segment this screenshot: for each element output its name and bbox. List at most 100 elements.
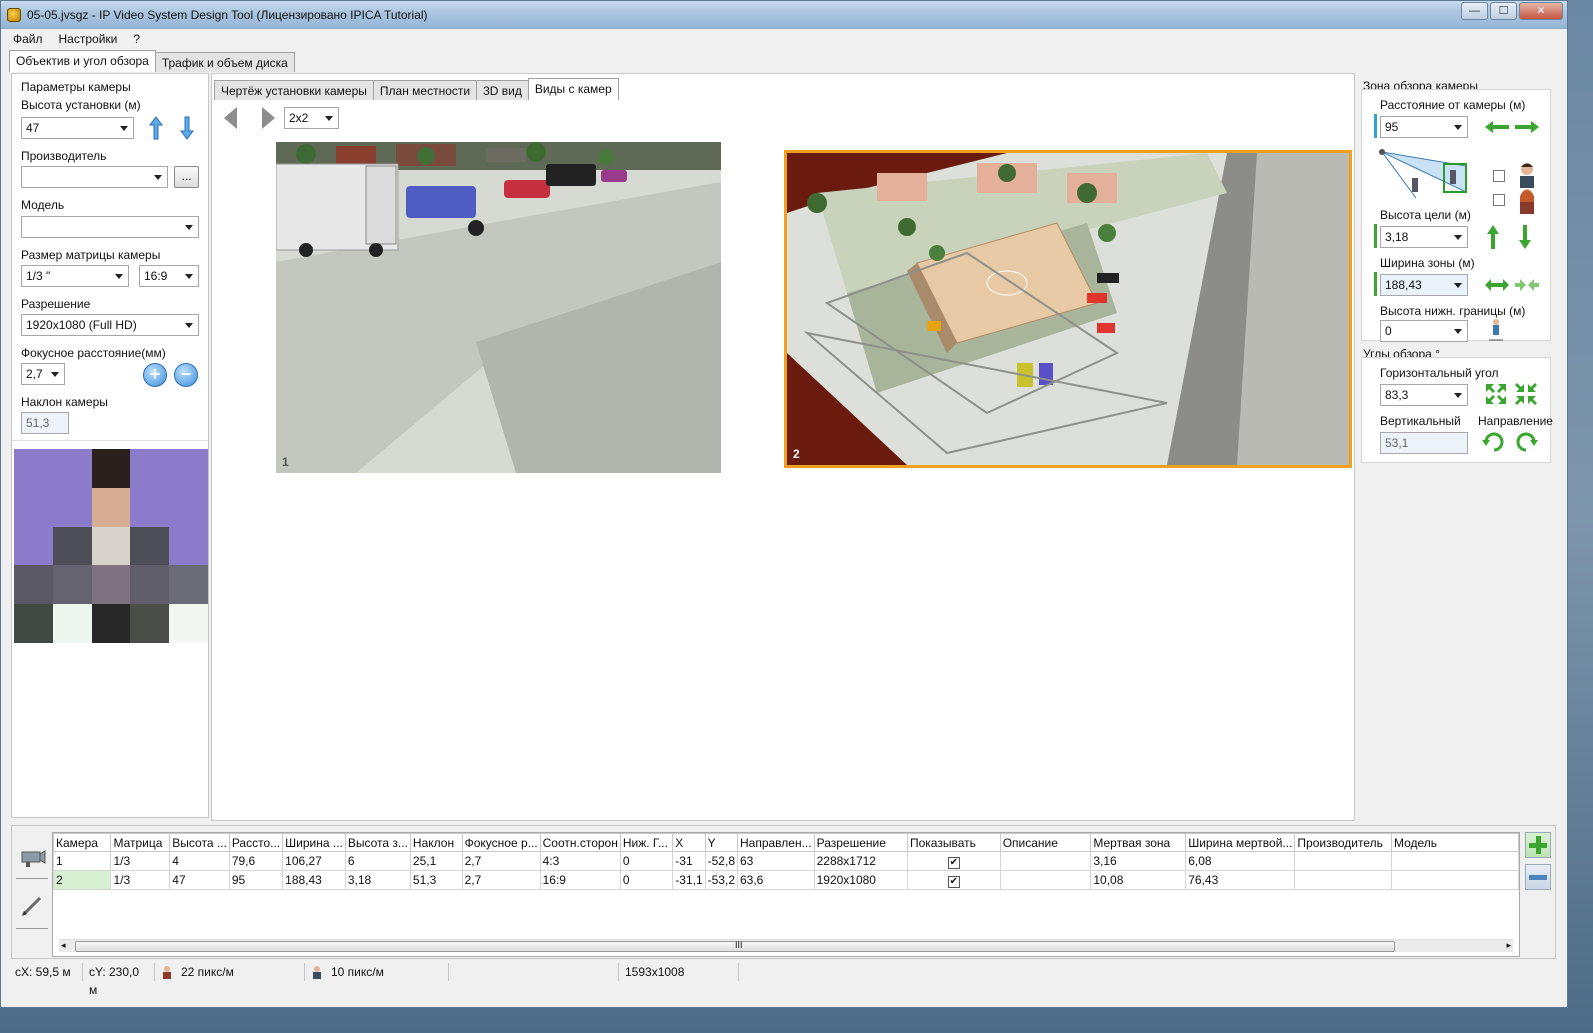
target-height-combo[interactable]: 3,18 — [1380, 226, 1468, 248]
height-down-arrow-icon[interactable] — [180, 116, 194, 140]
tab-traffic-disk[interactable]: Трафик и объем диска — [154, 52, 295, 72]
zone-widen-arrow-icon[interactable] — [1484, 278, 1510, 292]
prev-arrow-icon[interactable] — [224, 107, 237, 129]
distance-decrease-arrow-icon[interactable] — [1484, 120, 1510, 134]
column-header[interactable]: Производитель — [1294, 833, 1392, 852]
table-cell[interactable]: -52,8 — [704, 851, 739, 871]
column-header[interactable]: Матрица — [110, 833, 171, 852]
distance-combo[interactable]: 95 — [1380, 116, 1468, 138]
rotate-right-icon[interactable] — [1514, 430, 1538, 454]
table-cell[interactable]: ✔ — [906, 851, 1001, 871]
table-cell[interactable] — [1294, 870, 1392, 890]
column-header[interactable]: Высота ... — [169, 833, 230, 852]
column-header[interactable]: Ниж. Г... — [619, 833, 674, 852]
table-cell[interactable]: 47 — [169, 870, 230, 890]
target-height-down-arrow-icon[interactable] — [1518, 224, 1532, 250]
table-cell[interactable]: 2,7 — [461, 870, 541, 890]
maximize-button[interactable]: ☐ — [1490, 2, 1517, 20]
zoom-in-icon[interactable]: + — [143, 363, 167, 387]
tab-install-drawing[interactable]: Чертёж установки камеры — [214, 80, 374, 100]
column-header[interactable]: Направлен... — [737, 833, 815, 852]
scrollbar-thumb[interactable]: III — [75, 940, 1395, 952]
table-cell[interactable]: -53,2 — [704, 870, 739, 890]
table-cell[interactable]: -31 — [672, 851, 706, 871]
table-cell[interactable]: 76,43 — [1185, 870, 1296, 890]
table-cell[interactable] — [999, 851, 1092, 871]
grid-layout-combo[interactable]: 2x2 — [284, 107, 339, 129]
table-cell[interactable]: 63 — [737, 851, 815, 871]
aspect-ratio-combo[interactable]: 16:9 — [139, 265, 199, 287]
tab-site-plan[interactable]: План местности — [372, 80, 478, 100]
add-camera-button[interactable] — [1525, 832, 1551, 858]
table-cell[interactable]: 1920x1080 — [813, 870, 908, 890]
table-cell[interactable]: 1/3 — [110, 851, 171, 871]
table-cell[interactable] — [999, 870, 1092, 890]
title-bar[interactable]: 05-05.jvsgz - IP Video System Design Too… — [1, 1, 1567, 29]
close-button[interactable]: ✕ — [1519, 2, 1563, 20]
column-header[interactable]: Высота з... — [344, 833, 411, 852]
table-cell[interactable]: 16:9 — [539, 870, 621, 890]
height-up-arrow-icon[interactable] — [149, 116, 163, 140]
lower-bound-combo[interactable]: 0 — [1380, 320, 1468, 342]
column-header[interactable]: Описание — [999, 833, 1092, 852]
scroll-left-icon[interactable]: ◂ — [61, 940, 66, 951]
table-cell[interactable] — [1294, 851, 1392, 871]
model-combo[interactable] — [21, 216, 199, 238]
manufacturer-combo[interactable] — [21, 166, 168, 188]
table-cell[interactable]: -31,1 — [672, 870, 706, 890]
table-cell[interactable]: 6,08 — [1185, 851, 1296, 871]
minimize-button[interactable]: — — [1461, 2, 1488, 20]
table-cell[interactable]: 2 — [52, 870, 112, 890]
menu-settings[interactable]: Настройки — [51, 32, 126, 46]
column-header[interactable]: Фокусное р... — [461, 833, 541, 852]
resolution-combo[interactable]: 1920x1080 (Full HD) — [21, 314, 199, 336]
focal-combo[interactable]: 2,7 — [21, 363, 65, 385]
zone-narrow-arrow-icon[interactable] — [1514, 278, 1540, 292]
column-header[interactable]: X — [672, 833, 706, 852]
tab-lens-angle[interactable]: Объектив и угол обзора — [9, 50, 156, 72]
table-cell[interactable]: 3,18 — [344, 870, 411, 890]
tab-3d-view[interactable]: 3D вид — [476, 80, 529, 100]
column-header[interactable]: Ширина ... — [282, 833, 346, 852]
table-cell[interactable]: 1 — [52, 851, 112, 871]
table-cell[interactable]: 63,6 — [737, 870, 815, 890]
table-cell[interactable]: 2288x1712 — [813, 851, 908, 871]
table-cell[interactable] — [1390, 851, 1520, 871]
horizontal-scrollbar[interactable]: ◂ III ▸ — [59, 939, 1513, 952]
table-cell[interactable] — [1390, 870, 1520, 890]
table-cell[interactable]: 2,7 — [461, 851, 541, 871]
camera-icon[interactable] — [18, 846, 46, 868]
table-cell[interactable]: 51,3 — [409, 870, 463, 890]
table-cell[interactable]: 6 — [344, 851, 411, 871]
table-cell[interactable]: 4 — [169, 851, 230, 871]
table-cell[interactable]: 188,43 — [282, 870, 346, 890]
target-height-up-arrow-icon[interactable] — [1486, 224, 1500, 250]
table-cell[interactable]: 106,27 — [282, 851, 346, 871]
zoom-out-icon[interactable]: − — [174, 363, 198, 387]
height-combo[interactable]: 47 — [21, 117, 134, 139]
expand-angle-icon[interactable] — [1484, 382, 1508, 406]
camera-view-1[interactable]: 1 — [276, 142, 721, 473]
tab-camera-views[interactable]: Виды с камер — [527, 78, 619, 100]
table-cell[interactable]: 4:3 — [539, 851, 621, 871]
table-cell[interactable]: 95 — [228, 870, 284, 890]
menu-help[interactable]: ? — [125, 32, 148, 46]
table-cell[interactable]: 0 — [619, 851, 674, 871]
camera-view-2[interactable]: 2 — [784, 150, 1352, 468]
column-header[interactable]: Модель — [1390, 833, 1520, 852]
column-header[interactable]: Камера — [52, 833, 112, 852]
column-header[interactable]: Показывать — [906, 833, 1001, 852]
matrix-size-combo[interactable]: 1/3 " — [21, 265, 129, 287]
column-header[interactable]: Наклон — [409, 833, 463, 852]
show-checkbox[interactable]: ✔ — [947, 875, 960, 888]
browse-manufacturer-button[interactable]: ... — [174, 166, 199, 188]
column-header[interactable]: Соотн.сторон — [539, 833, 621, 852]
table-cell[interactable]: 0 — [619, 870, 674, 890]
table-cell[interactable]: ✔ — [906, 870, 1001, 890]
distance-increase-arrow-icon[interactable] — [1514, 120, 1540, 134]
table-cell[interactable]: 25,1 — [409, 851, 463, 871]
remove-camera-button[interactable] — [1525, 864, 1551, 890]
column-header[interactable]: Ширина мертвой... — [1185, 833, 1296, 852]
table-row[interactable]: 1 1/3 4 79,6 106,27 6 25,1 2,7 4:3 0 -31 -52,8 63 228… — [52, 851, 1520, 871]
menu-file[interactable]: Файл — [5, 32, 51, 46]
